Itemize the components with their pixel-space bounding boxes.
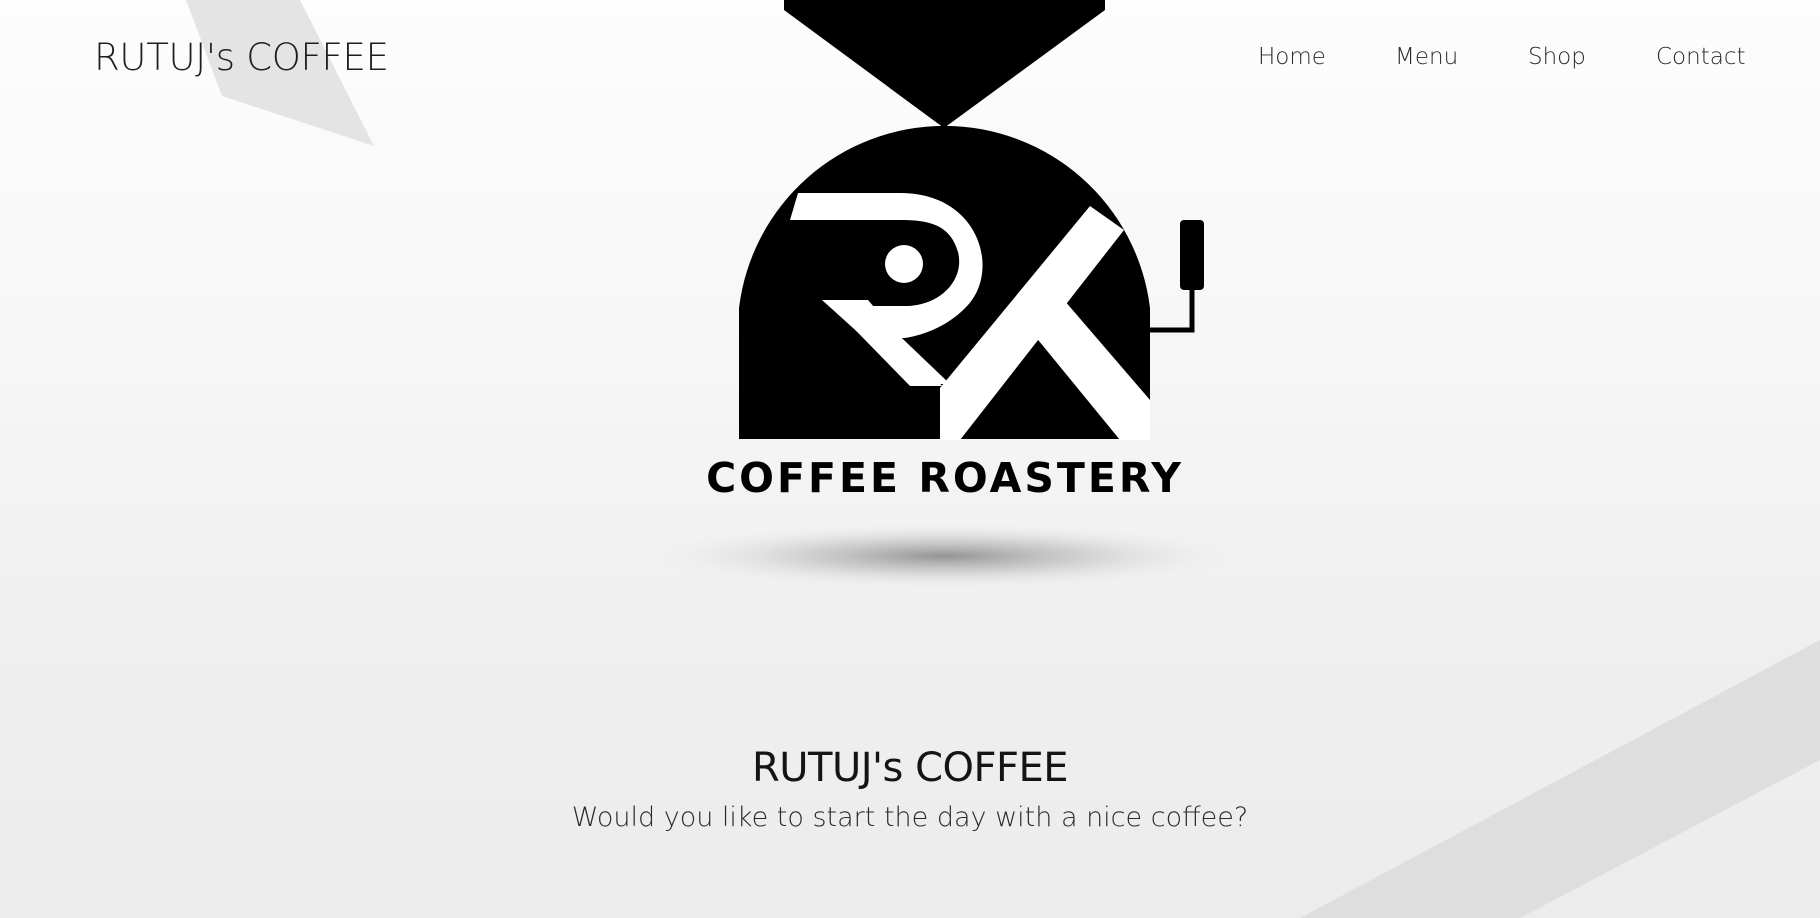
site-header: RUTUJ's COFFEE Home Menu Shop Contact	[0, 0, 1820, 120]
main-nav: Home Menu Shop Contact	[0, 44, 1820, 76]
monogram-r-dot	[885, 245, 923, 283]
hero-text: RUTUJ's COFFEE Would you like to start t…	[0, 740, 1820, 838]
nav-shop-link[interactable]: Shop	[1528, 44, 1586, 70]
logo-shadow	[644, 522, 1244, 590]
nav-menu-link[interactable]: Menu	[1395, 44, 1458, 70]
hero-subtitle: Would you like to start the day with a n…	[571, 802, 1249, 833]
nav-home-link[interactable]: Home	[1258, 44, 1326, 70]
logo-caption: COFFEE ROASTERY	[706, 454, 1184, 502]
hero-title: RUTUJ's COFFEE	[751, 745, 1069, 791]
roaster-handle-grip	[1180, 220, 1204, 290]
nav-contact-link[interactable]: Contact	[1656, 44, 1745, 70]
roaster-handle-wire	[1150, 284, 1195, 333]
